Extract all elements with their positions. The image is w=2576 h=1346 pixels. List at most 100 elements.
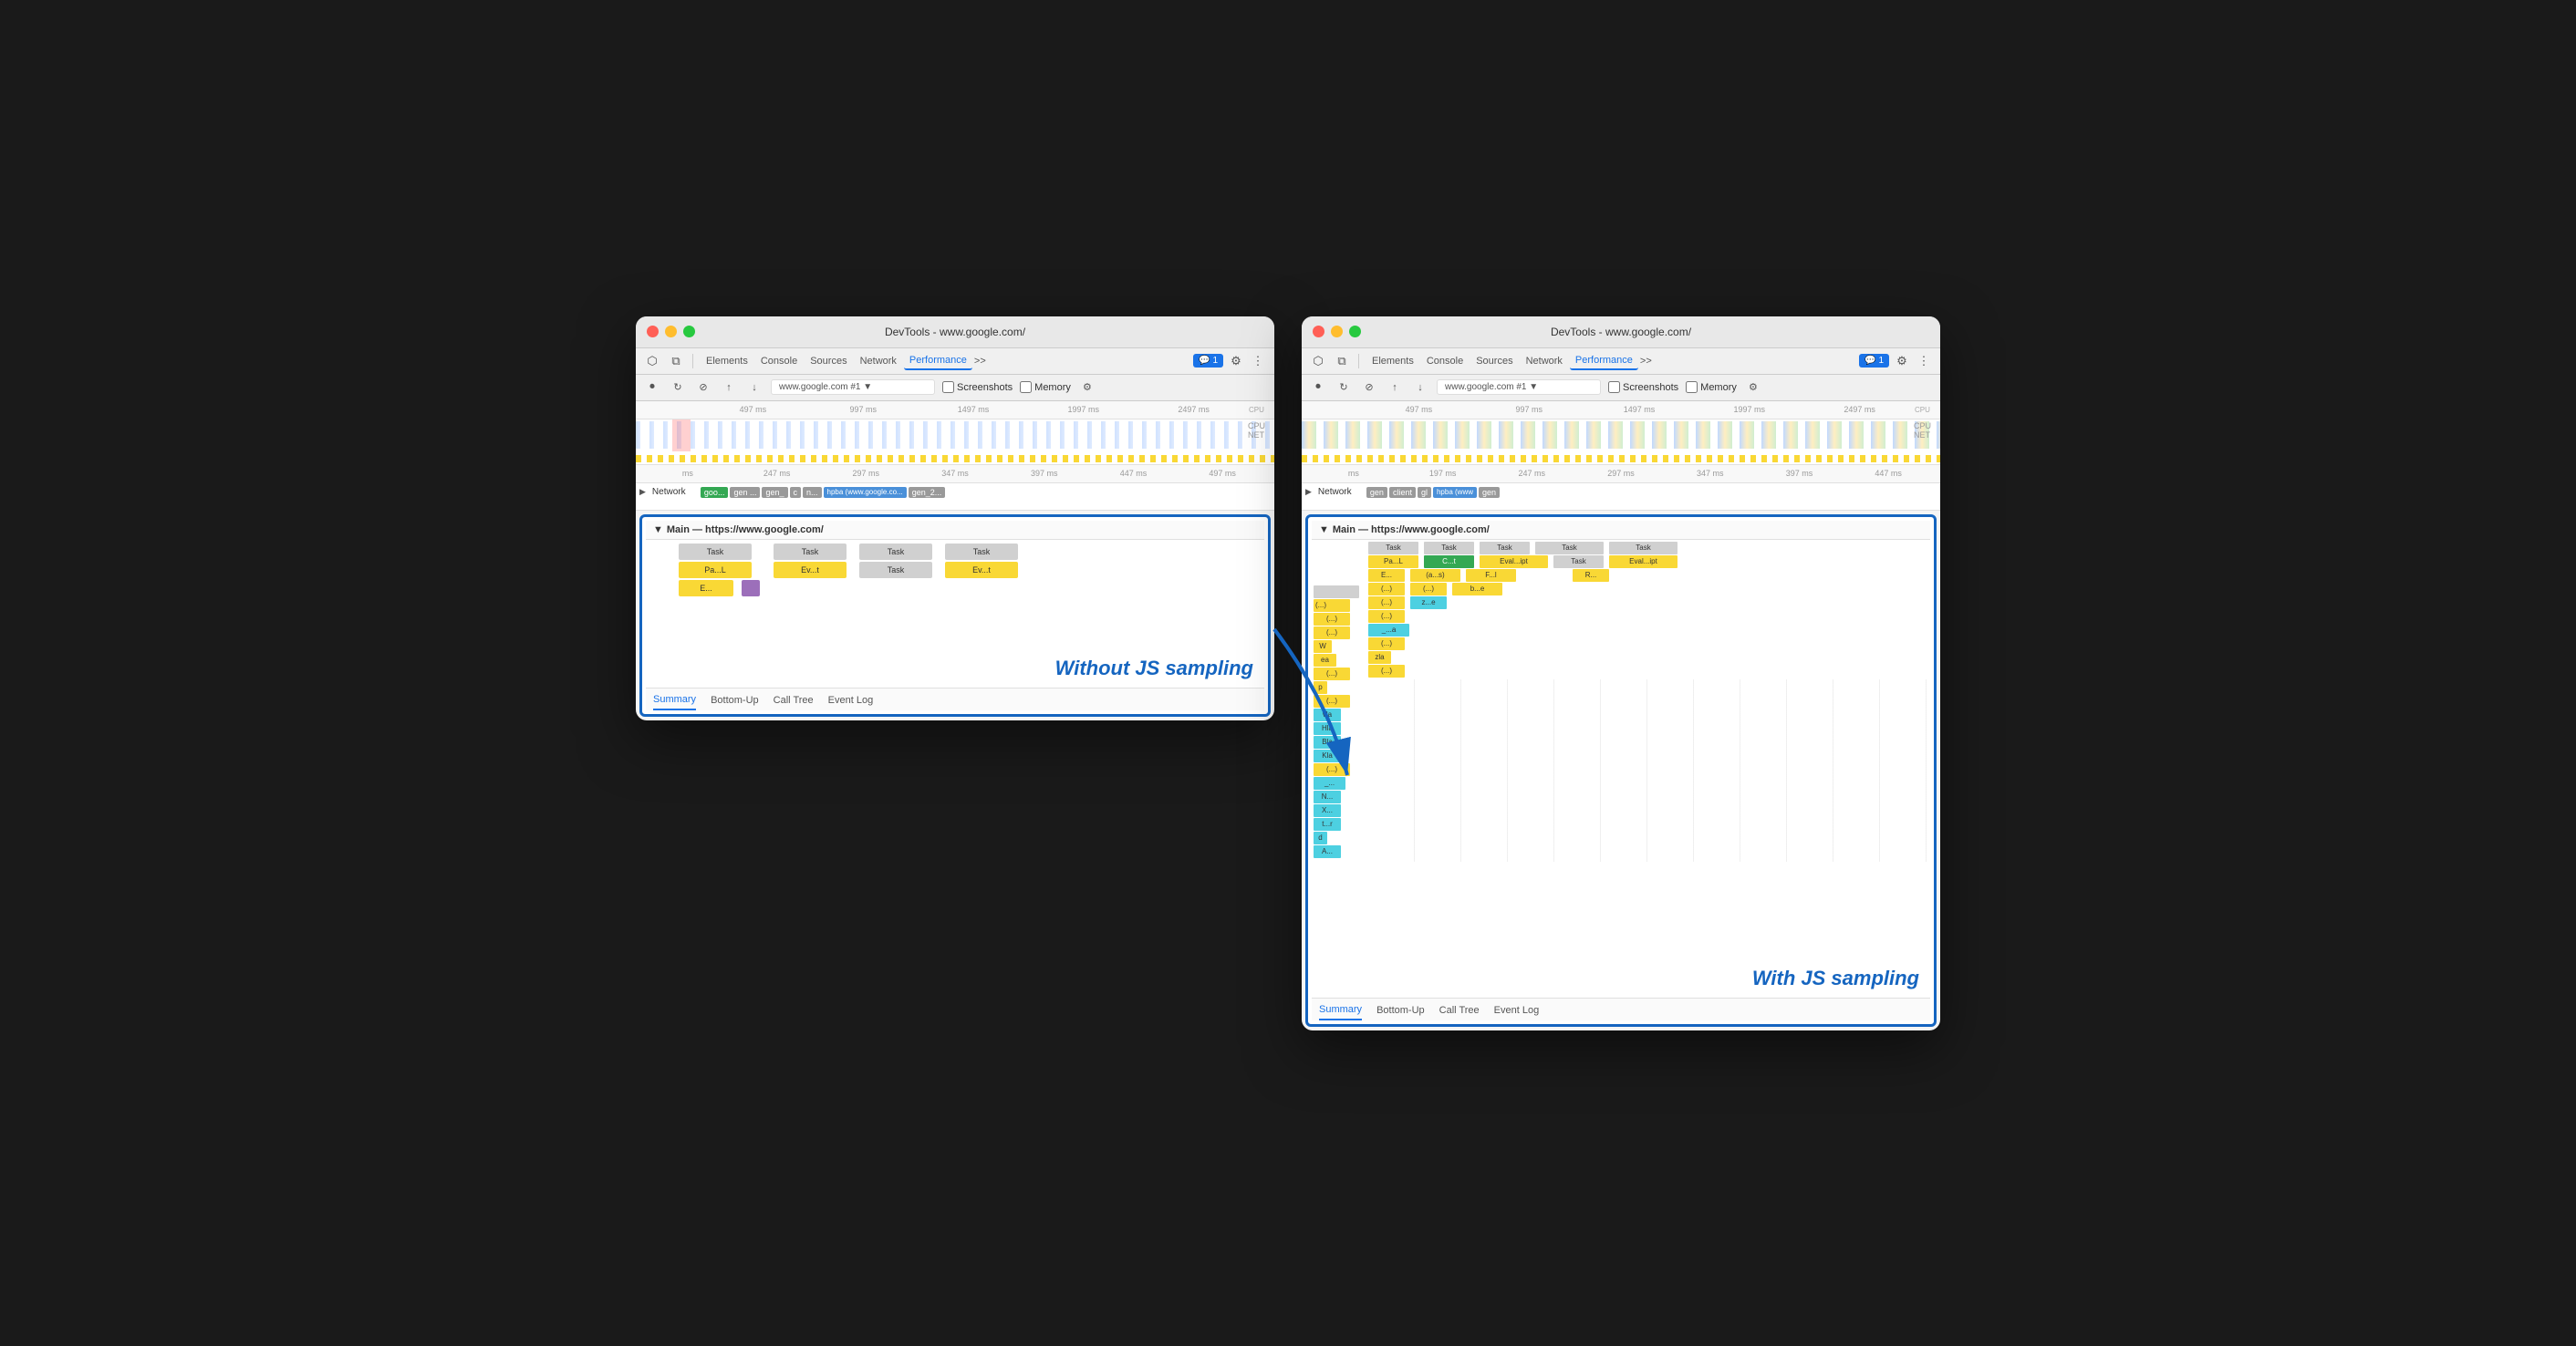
right-layers-icon[interactable]: ⧉ xyxy=(1333,352,1351,370)
left-nav-sources[interactable]: Sources xyxy=(805,353,852,369)
left-task-4[interactable]: Task xyxy=(945,544,1018,560)
memory-checkbox[interactable] xyxy=(1020,381,1032,393)
left-nav-performance[interactable]: Performance xyxy=(904,352,972,370)
right-eval1[interactable]: Eval...ipt xyxy=(1480,555,1548,568)
left-evt[interactable]: Ev...t xyxy=(774,562,847,578)
left-nav-console[interactable]: Console xyxy=(755,353,803,369)
right-nav-more[interactable]: >> xyxy=(1640,356,1652,367)
right-label-open1[interactable]: (...) xyxy=(1314,599,1350,612)
right-close-button[interactable] xyxy=(1313,326,1324,337)
right-task-2[interactable]: Task xyxy=(1424,542,1474,554)
chat-badge[interactable]: 💬 1 xyxy=(1193,354,1223,368)
right-tab-eventlog[interactable]: Event Log xyxy=(1494,1005,1540,1020)
right-settings-icon[interactable]: ⚙ xyxy=(1893,352,1911,370)
right-minimize-button[interactable] xyxy=(1331,326,1343,337)
right-nav: Elements Console Sources Network Perform… xyxy=(1366,352,1652,370)
left-address-bar[interactable]: www.google.com #1 ▼ xyxy=(771,379,935,395)
download-icon[interactable]: ↓ xyxy=(745,378,763,397)
left-tab-calltree[interactable]: Call Tree xyxy=(774,695,814,709)
refresh-icon[interactable]: ↻ xyxy=(669,378,687,397)
right-task-5[interactable]: Task xyxy=(1609,542,1678,554)
left-nav-network[interactable]: Network xyxy=(855,353,902,369)
right-download-icon[interactable]: ↓ xyxy=(1411,378,1429,397)
left-main-triangle[interactable]: ▼ xyxy=(653,524,663,535)
right-nav-performance[interactable]: Performance xyxy=(1570,352,1638,370)
right-task-4[interactable]: Task xyxy=(1535,542,1604,554)
right-ua[interactable]: _...a xyxy=(1368,624,1409,637)
right-label-x[interactable]: X... xyxy=(1314,804,1341,817)
right-tab-calltree[interactable]: Call Tree xyxy=(1439,1005,1480,1020)
right-label-d[interactable]: d xyxy=(1314,832,1327,844)
right-task6[interactable]: Task xyxy=(1553,555,1604,568)
right-address-bar[interactable]: www.google.com #1 ▼ xyxy=(1437,379,1601,395)
right-open8[interactable]: (...) xyxy=(1410,583,1447,595)
right-nav-console[interactable]: Console xyxy=(1421,353,1469,369)
right-e[interactable]: E... xyxy=(1368,569,1405,582)
left-tab-bottomup[interactable]: Bottom-Up xyxy=(711,695,759,709)
layers-icon[interactable]: ⧉ xyxy=(667,352,685,370)
left-nav-more[interactable]: >> xyxy=(974,356,986,367)
left-e[interactable]: E... xyxy=(679,580,733,596)
right-main-triangle[interactable]: ▼ xyxy=(1319,524,1329,535)
right-tab-bottomup[interactable]: Bottom-Up xyxy=(1376,1005,1425,1020)
left-task-1[interactable]: Task xyxy=(679,544,752,560)
right-fl[interactable]: F...l xyxy=(1466,569,1516,582)
right-nav-elements[interactable]: Elements xyxy=(1366,353,1419,369)
right-settings2-icon[interactable]: ⚙ xyxy=(1744,378,1762,397)
left-nav-elements[interactable]: Elements xyxy=(701,353,753,369)
left-ruler2: ms 247 ms 297 ms 347 ms 397 ms 447 ms 49… xyxy=(636,465,1274,483)
right-chat-badge[interactable]: 💬 1 xyxy=(1859,354,1889,368)
right-open10[interactable]: (...) xyxy=(1368,610,1405,623)
left-task-3[interactable]: Task xyxy=(859,544,932,560)
settings-icon[interactable]: ⚙ xyxy=(1227,352,1245,370)
right-pal[interactable]: Pa...L xyxy=(1368,555,1418,568)
screenshots-checkbox[interactable] xyxy=(942,381,954,393)
left-evt2[interactable]: Ev...t xyxy=(945,562,1018,578)
right-open12[interactable]: (...) xyxy=(1368,665,1405,678)
close-button[interactable] xyxy=(647,326,659,337)
right-record-icon[interactable]: ⏺ xyxy=(1309,378,1327,397)
minimize-button[interactable] xyxy=(665,326,677,337)
clear-icon[interactable]: ⊘ xyxy=(694,378,712,397)
settings2-icon[interactable]: ⚙ xyxy=(1078,378,1096,397)
right-label-a[interactable]: A... xyxy=(1314,845,1341,858)
cursor-icon[interactable]: ⬡ xyxy=(643,352,661,370)
right-maximize-button[interactable] xyxy=(1349,326,1361,337)
right-open11[interactable]: (...) xyxy=(1368,637,1405,650)
upload-icon[interactable]: ↑ xyxy=(720,378,738,397)
right-as[interactable]: (a...s) xyxy=(1410,569,1460,582)
right-task-3[interactable]: Task xyxy=(1480,542,1530,554)
left-tab-eventlog[interactable]: Event Log xyxy=(828,695,874,709)
right-ct[interactable]: C...t xyxy=(1424,555,1474,568)
more-icon[interactable]: ⋮ xyxy=(1249,352,1267,370)
left-purple-1[interactable] xyxy=(742,580,760,596)
right-open7[interactable]: (...) xyxy=(1368,583,1405,595)
right-more-icon[interactable]: ⋮ xyxy=(1915,352,1933,370)
right-nav-sources[interactable]: Sources xyxy=(1470,353,1518,369)
right-task-1[interactable]: Task xyxy=(1368,542,1418,554)
left-task-2[interactable]: Task xyxy=(774,544,847,560)
right-r[interactable]: R... xyxy=(1573,569,1609,582)
right-screenshots-checkbox[interactable] xyxy=(1608,381,1620,393)
left-r2-3: 347 ms xyxy=(910,469,1000,478)
right-clear-icon[interactable]: ⊘ xyxy=(1360,378,1378,397)
left-task-5[interactable]: Task xyxy=(859,562,932,578)
right-open9[interactable]: (...) xyxy=(1368,596,1405,609)
right-label-tr[interactable]: t...r xyxy=(1314,818,1341,831)
right-ze[interactable]: z...e xyxy=(1410,596,1447,609)
right-triangle[interactable]: ▶ xyxy=(1305,487,1312,497)
right-zla2[interactable]: zla xyxy=(1368,651,1391,664)
right-nav-network[interactable]: Network xyxy=(1521,353,1568,369)
right-be[interactable]: b...e xyxy=(1452,583,1502,595)
right-refresh-icon[interactable]: ↻ xyxy=(1335,378,1353,397)
record-icon[interactable]: ⏺ xyxy=(643,378,661,397)
right-memory-checkbox[interactable] xyxy=(1686,381,1698,393)
right-upload-icon[interactable]: ↑ xyxy=(1386,378,1404,397)
right-tab-summary[interactable]: Summary xyxy=(1319,1004,1362,1020)
left-pal[interactable]: Pa...L xyxy=(679,562,752,578)
left-triangle[interactable]: ▶ xyxy=(639,487,646,497)
maximize-button[interactable] xyxy=(683,326,695,337)
right-eval2[interactable]: Eval...ipt xyxy=(1609,555,1678,568)
right-cursor-icon[interactable]: ⬡ xyxy=(1309,352,1327,370)
left-tab-summary[interactable]: Summary xyxy=(653,694,696,710)
